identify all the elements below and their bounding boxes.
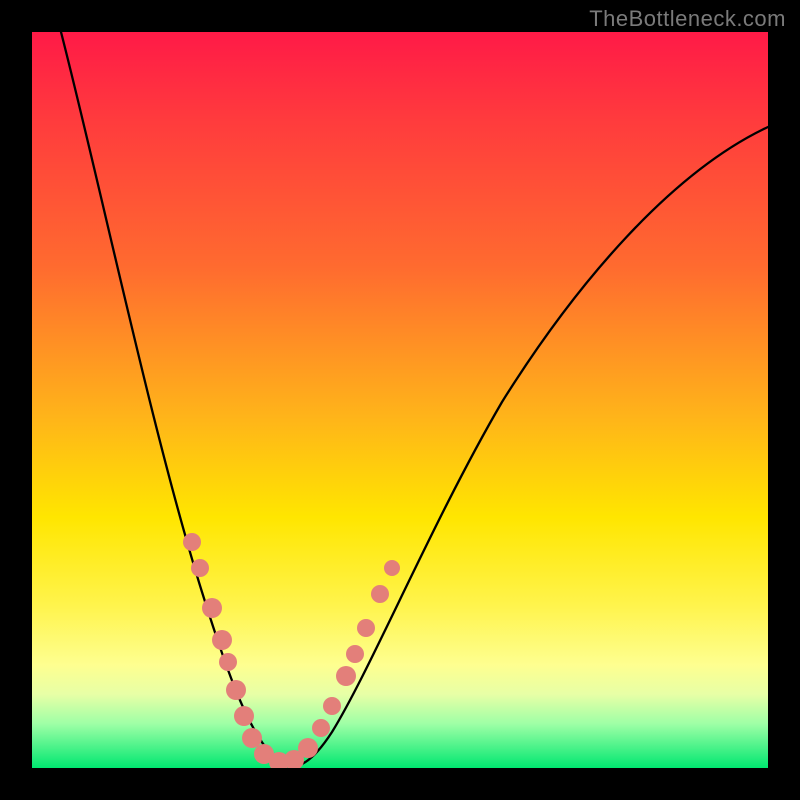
- watermark-text: TheBottleneck.com: [589, 6, 786, 32]
- plot-area: [32, 32, 768, 768]
- bead: [384, 560, 400, 576]
- bead: [336, 666, 356, 686]
- bottleneck-curve: [61, 32, 768, 766]
- chart-stage: TheBottleneck.com: [0, 0, 800, 800]
- bead: [234, 706, 254, 726]
- bead: [219, 653, 237, 671]
- bead: [202, 598, 222, 618]
- bead: [242, 728, 262, 748]
- curve-layer: [32, 32, 768, 768]
- bead: [312, 719, 330, 737]
- bead: [298, 738, 318, 758]
- bead: [183, 533, 201, 551]
- bead: [323, 697, 341, 715]
- bead: [226, 680, 246, 700]
- bead: [346, 645, 364, 663]
- marker-beads: [183, 533, 400, 768]
- bead: [371, 585, 389, 603]
- bead: [357, 619, 375, 637]
- bead: [191, 559, 209, 577]
- bead: [212, 630, 232, 650]
